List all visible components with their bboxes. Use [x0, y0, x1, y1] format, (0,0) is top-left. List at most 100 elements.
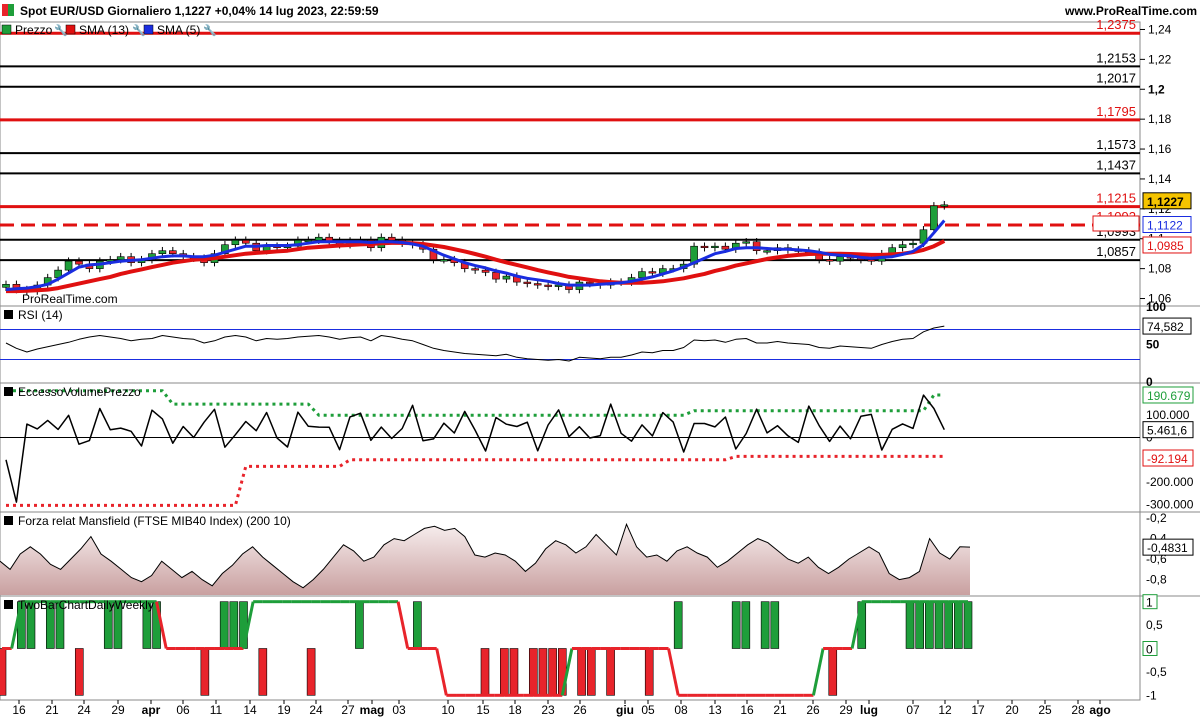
candle[interactable]	[64, 260, 73, 271]
mansfield-tick-label: -0,8	[1146, 573, 1167, 587]
x-tick-label: 06	[176, 703, 190, 717]
candle[interactable]	[492, 272, 500, 280]
evp-lower-band[interactable]	[6, 454, 945, 507]
chart-canvas: 1,23751,21531,20171,17951,15731,14371,12…	[0, 4, 1200, 717]
twobar-daily-bar[interactable]	[258, 648, 268, 696]
twobar-daily-bar[interactable]	[905, 601, 915, 649]
volume-excess-panel[interactable]: EccessoVolumePrezzo	[0, 385, 1140, 507]
grid-layer	[0, 21, 1200, 701]
twobar-daily-bar[interactable]	[306, 648, 316, 696]
evp-line[interactable]	[5, 394, 945, 503]
candle[interactable]	[158, 250, 167, 254]
x-tick-label: giu	[616, 703, 634, 717]
candle[interactable]	[721, 245, 730, 250]
y-tick-label: 1,08	[1148, 262, 1172, 276]
twobar-daily-bar[interactable]	[509, 648, 519, 696]
candle[interactable]	[544, 284, 552, 287]
price-panel[interactable]: 1,2375 1,2153 1,2017 1,1795 1,1573 1,1437 1,12…	[0, 17, 1140, 295]
twobar-daily-bar[interactable]	[828, 648, 838, 696]
candle[interactable]	[763, 250, 771, 253]
twobar-daily-bar[interactable]	[480, 648, 490, 696]
rsi-line[interactable]	[5, 325, 945, 362]
candle[interactable]	[75, 260, 83, 265]
candle[interactable]	[867, 259, 876, 262]
chart-title: Spot EUR/USD Giornaliero 1,1227 +0,04% 1…	[20, 4, 379, 18]
twobar-daily-bar[interactable]	[644, 648, 654, 696]
candle[interactable]	[742, 241, 751, 244]
twobar-daily-bar[interactable]	[355, 601, 364, 649]
twobar-daily-bar[interactable]	[673, 601, 683, 649]
site-name[interactable]: www.ProRealTime.com	[1064, 4, 1197, 18]
candle[interactable]	[586, 281, 594, 284]
mansfield-area[interactable]	[0, 524, 970, 595]
mansfield-panel[interactable]: Forza relat Mansfield (FTSE MIB40 Index)…	[0, 514, 971, 595]
twobar-daily-bar[interactable]	[963, 601, 973, 649]
twobar-daily-bar[interactable]	[548, 648, 557, 696]
twobar-daily-bar[interactable]	[606, 648, 615, 696]
candle[interactable]	[940, 204, 949, 207]
twobar-daily-bar[interactable]	[731, 601, 741, 649]
twobar-panel[interactable]: TwoBarChartDailyWeekly	[0, 598, 973, 697]
candle[interactable]	[648, 271, 657, 274]
legend-label-0: Prezzo	[15, 23, 53, 37]
candle[interactable]	[523, 281, 532, 284]
price-legend: Prezzo 🔧 SMA (13) 🔧 SMA (5) 🔧	[1, 23, 217, 37]
x-tick-label: 05	[641, 703, 655, 717]
twobar-daily-bar[interactable]	[760, 601, 770, 649]
candle[interactable]	[898, 244, 907, 249]
twobar-daily-bar[interactable]	[200, 648, 210, 696]
twobar-daily-bar[interactable]	[219, 601, 229, 649]
candle[interactable]	[502, 275, 511, 280]
candle[interactable]	[836, 256, 844, 262]
mansfield-tick-label: -0,2	[1146, 511, 1167, 525]
twobar-daily-bar[interactable]	[915, 601, 925, 649]
rsi-last-label: 74,582	[1147, 320, 1184, 334]
twobar-daily-bar[interactable]	[741, 601, 751, 649]
twobar-daily-bar[interactable]	[74, 648, 84, 696]
rsi-tick-label: 100	[1146, 300, 1166, 314]
mansfield-legend-swatch	[4, 516, 13, 525]
twobar-daily-bar[interactable]	[0, 648, 7, 696]
wrench-icon[interactable]: 🔧	[203, 23, 217, 37]
twobar-daily-bar[interactable]	[413, 601, 422, 649]
x-tick-label: 10	[441, 703, 455, 717]
evp-tick-label: -200.000	[1146, 475, 1194, 489]
twobar-daily-bar[interactable]	[229, 601, 239, 649]
twobar-daily-bar[interactable]	[934, 601, 944, 649]
twobar-daily-bar[interactable]	[944, 601, 953, 649]
candle[interactable]	[169, 250, 177, 254]
twobar-daily-bar[interactable]	[500, 648, 509, 696]
evp-upper-band[interactable]	[6, 389, 945, 417]
candle[interactable]	[930, 205, 938, 231]
candle[interactable]	[471, 268, 479, 271]
twobar-daily-bar[interactable]	[538, 648, 548, 696]
candle[interactable]	[909, 242, 917, 246]
x-tick-label: 18	[508, 703, 522, 717]
wrench-icon[interactable]: 🔧	[54, 23, 68, 37]
wrench-icon[interactable]: 🔧	[132, 23, 146, 37]
candle[interactable]	[314, 236, 323, 241]
twobar-daily-bar[interactable]	[586, 648, 596, 696]
candle[interactable]	[481, 269, 490, 273]
x-tick-label: 13	[708, 703, 722, 717]
candle[interactable]	[711, 245, 719, 249]
candle[interactable]	[700, 245, 709, 249]
level-label-3: 1,1795	[1096, 104, 1136, 119]
rsi-panel[interactable]: RSI (14)	[0, 308, 1140, 362]
x-tick-label: 07	[906, 703, 920, 717]
candle[interactable]	[241, 239, 250, 244]
candle[interactable]	[2, 284, 10, 288]
twobar-daily-bar[interactable]	[770, 601, 780, 649]
twobar-daily-bar[interactable]	[577, 648, 586, 696]
candle[interactable]	[638, 271, 646, 278]
candle[interactable]	[231, 239, 240, 246]
twobar-daily-bar[interactable]	[954, 601, 963, 649]
candle[interactable]	[825, 259, 834, 262]
candle[interactable]	[116, 256, 125, 260]
candle[interactable]	[387, 236, 396, 241]
twobar-daily-bar[interactable]	[925, 601, 934, 649]
candle[interactable]	[533, 283, 542, 286]
x-tick-label: 19	[277, 703, 291, 717]
twobar-daily-bar[interactable]	[528, 648, 538, 696]
candle[interactable]	[440, 259, 448, 262]
